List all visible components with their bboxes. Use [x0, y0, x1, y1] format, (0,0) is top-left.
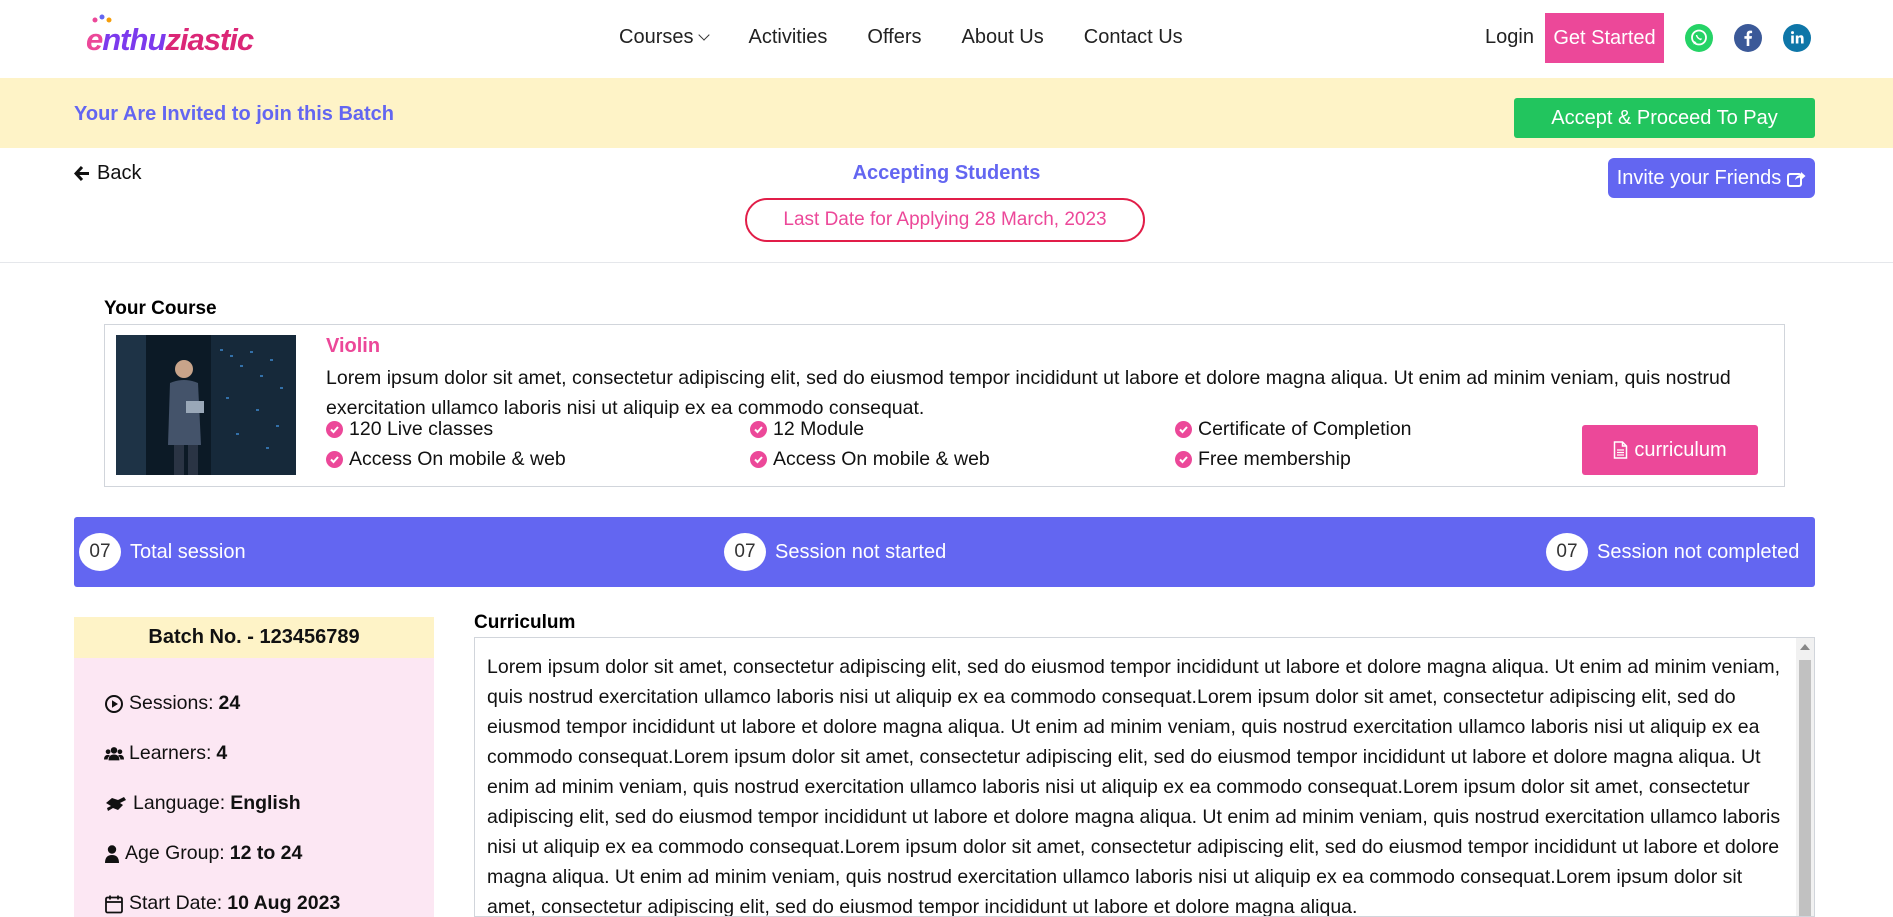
check-circle-icon [1175, 451, 1192, 468]
your-course-heading: Your Course [104, 298, 217, 319]
check-circle-icon [326, 451, 343, 468]
batch-start-date-row: Start Date: 10 Aug 2023 [104, 892, 340, 915]
nav-contact-us[interactable]: Contact Us [1084, 26, 1183, 49]
invite-banner: Your Are Invited to join this Batch Acce… [0, 78, 1893, 148]
curriculum-button-label: curriculum [1634, 438, 1727, 461]
session-count-badge: 07 [724, 533, 766, 571]
session-count-badge: 07 [1546, 533, 1588, 571]
feature-item: Access On mobile & web [750, 448, 990, 471]
feature-item: 120 Live classes [326, 418, 493, 441]
batch-sessions-row: Sessions: 24 [104, 692, 240, 715]
batch-row-value: 12 to 24 [229, 842, 303, 864]
main-nav: Courses Activities Offers About Us Conta… [619, 26, 1183, 49]
section-divider [0, 262, 1893, 263]
linkedin-icon[interactable] [1783, 24, 1811, 52]
batch-language-row: Language: English [104, 792, 301, 815]
login-link[interactable]: Login [1485, 26, 1534, 49]
batch-row-value: English [230, 792, 301, 814]
check-circle-icon [750, 451, 767, 468]
nav-offers[interactable]: Offers [867, 26, 921, 49]
user-icon [105, 844, 119, 863]
get-started-button[interactable]: Get Started [1545, 13, 1664, 63]
course-card: Violin Lorem ipsum dolor sit amet, conse… [104, 324, 1785, 487]
batch-row-value: 10 Aug 2023 [227, 892, 341, 914]
batch-row-label: Start Date: [129, 892, 223, 914]
session-count-badge: 07 [79, 533, 121, 571]
feature-label: Access On mobile & web [773, 448, 990, 470]
play-circle-icon [105, 694, 123, 713]
enthuziastic-logo[interactable]: enthuziastic [86, 14, 254, 60]
batch-row-label: Language: [133, 792, 226, 814]
course-image [116, 335, 296, 475]
curriculum-button[interactable]: curriculum [1582, 425, 1758, 475]
feature-item: Certificate of Completion [1175, 418, 1412, 441]
feature-label: Certificate of Completion [1198, 418, 1412, 440]
feature-label: Free membership [1198, 448, 1351, 470]
invite-message: Your Are Invited to join this Batch [74, 103, 395, 125]
feature-label: Access On mobile & web [349, 448, 566, 470]
accept-proceed-pay-button[interactable]: Accept & Proceed To Pay [1514, 98, 1815, 138]
feature-item: 12 Module [750, 418, 864, 441]
batch-row-label: Sessions: [129, 692, 214, 714]
feature-item: Free membership [1175, 448, 1351, 471]
batch-details-panel: Batch No. - 123456789 Sessions: 24 Learn… [74, 617, 434, 917]
session-stat-label: Session not completed [1597, 540, 1800, 563]
session-not-completed-stat: 07 Session not completed [1546, 533, 1799, 571]
feature-item: Access On mobile & web [326, 448, 566, 471]
whatsapp-icon[interactable] [1685, 24, 1713, 52]
nav-courses[interactable]: Courses [619, 26, 711, 49]
nav-courses-label: Courses [619, 26, 694, 48]
session-not-started-stat: 07 Session not started [724, 533, 946, 571]
chevron-down-icon [698, 29, 711, 41]
curriculum-heading: Curriculum [474, 612, 576, 633]
course-description: Lorem ipsum dolor sit amet, consectetur … [326, 367, 1731, 419]
invite-friends-label: Invite your Friends [1616, 166, 1782, 189]
check-circle-icon [1175, 421, 1192, 438]
share-square-icon [1787, 171, 1806, 187]
feature-label: 120 Live classes [349, 418, 494, 440]
scroll-up-arrow-icon[interactable] [1800, 644, 1810, 650]
logo-text: enthuziastic [86, 22, 254, 57]
session-stat-label: Session not started [775, 540, 947, 563]
batch-age-group-row: Age Group: 12 to 24 [104, 842, 302, 865]
batch-row-value: 24 [218, 692, 241, 714]
session-stat-label: Total session [130, 540, 246, 563]
sessions-summary-bar: 07 Total session 07 Session not started … [74, 517, 1815, 587]
nav-about-us[interactable]: About Us [961, 26, 1043, 49]
users-icon [104, 746, 124, 760]
batch-number: Batch No. - 123456789 [74, 617, 434, 658]
facebook-icon[interactable] [1734, 24, 1762, 52]
check-circle-icon [750, 421, 767, 438]
nav-activities[interactable]: Activities [748, 26, 827, 49]
course-name: Violin [326, 335, 381, 357]
top-navbar: enthuziastic Courses Activities Offers A… [0, 0, 1893, 78]
batch-row-value: 4 [216, 742, 228, 764]
batch-row-label: Age Group: [125, 842, 225, 864]
last-date-badge: Last Date for Applying 28 March, 2023 [745, 198, 1145, 242]
curriculum-scrollbar[interactable] [1796, 638, 1814, 916]
curriculum-textbox[interactable]: Lorem ipsum dolor sit amet, consectetur … [474, 637, 1815, 917]
batch-learners-row: Learners: 4 [104, 742, 227, 765]
scrollbar-thumb[interactable] [1799, 660, 1811, 916]
curriculum-text: Lorem ipsum dolor sit amet, consectetur … [487, 656, 1781, 917]
feature-label: 12 Module [773, 418, 865, 440]
file-text-icon [1614, 441, 1628, 459]
sign-language-icon [106, 796, 126, 811]
batch-row-label: Learners: [129, 742, 212, 764]
invite-friends-button[interactable]: Invite your Friends [1608, 158, 1815, 198]
calendar-icon [105, 895, 123, 913]
total-session-stat: 07 Total session [79, 533, 246, 571]
check-circle-icon [326, 421, 343, 438]
